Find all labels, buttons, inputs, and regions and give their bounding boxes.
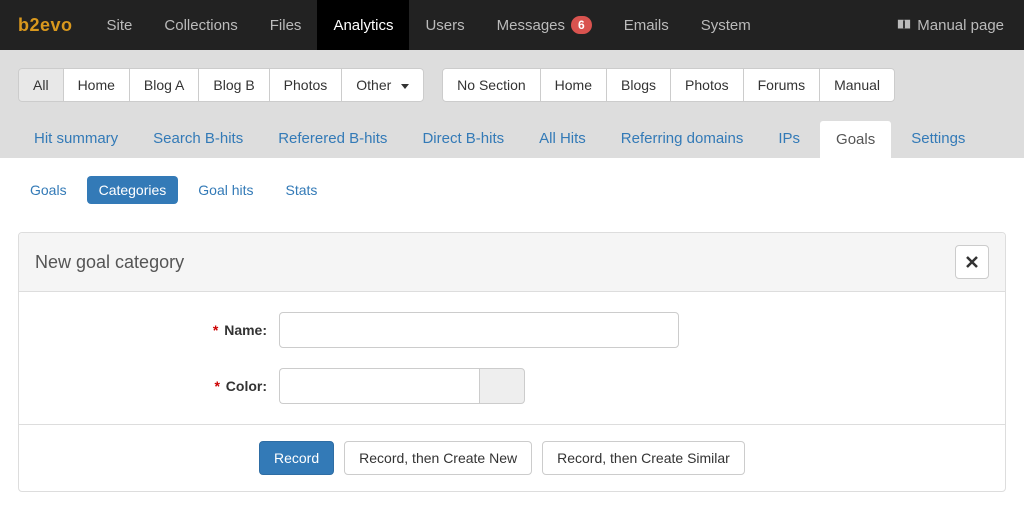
tab-referring-domains[interactable]: Referring domains — [605, 120, 760, 158]
nav-site[interactable]: Site — [91, 0, 149, 50]
name-row: * Name: — [39, 312, 985, 348]
coll-photos[interactable]: Photos — [269, 68, 343, 102]
tab-ips[interactable]: IPs — [762, 120, 816, 158]
nav-users[interactable]: Users — [409, 0, 480, 50]
tab-search-bhits[interactable]: Search B-hits — [137, 120, 259, 158]
new-category-panel: New goal category * Name: * Color: — [18, 232, 1006, 492]
name-input[interactable] — [279, 312, 679, 348]
nav-emails[interactable]: Emails — [608, 0, 685, 50]
book-icon — [897, 18, 911, 32]
tab-hit-summary[interactable]: Hit summary — [18, 120, 134, 158]
coll-blog-a[interactable]: Blog A — [129, 68, 199, 102]
section-group: No Section Home Blogs Photos Forums Manu… — [442, 68, 895, 102]
record-create-similar-button[interactable]: Record, then Create Similar — [542, 441, 745, 475]
sec-manual[interactable]: Manual — [819, 68, 895, 102]
sec-home[interactable]: Home — [540, 68, 607, 102]
coll-other-label: Other — [356, 77, 391, 93]
coll-all[interactable]: All — [18, 68, 64, 102]
manual-page-link[interactable]: Manual page — [877, 17, 1024, 34]
color-label-text: Color: — [226, 378, 267, 394]
color-picker-button[interactable] — [479, 368, 525, 404]
tab-settings[interactable]: Settings — [895, 120, 981, 158]
sec-no-section[interactable]: No Section — [442, 68, 540, 102]
pill-categories[interactable]: Categories — [87, 176, 179, 204]
tab-all-hits[interactable]: All Hits — [523, 120, 602, 158]
nav-messages-label: Messages — [497, 17, 565, 34]
pill-stats[interactable]: Stats — [274, 176, 330, 204]
sec-photos[interactable]: Photos — [670, 68, 744, 102]
color-input-group — [279, 368, 525, 404]
coll-other-dropdown[interactable]: Other — [341, 68, 424, 102]
record-button[interactable]: Record — [259, 441, 334, 475]
color-label: * Color: — [39, 378, 279, 394]
pill-goal-hits[interactable]: Goal hits — [186, 176, 265, 204]
main-nav: Site Collections Files Analytics Users M… — [91, 0, 878, 50]
messages-badge: 6 — [571, 16, 592, 34]
panel-header: New goal category — [19, 233, 1005, 292]
close-icon — [966, 256, 978, 268]
nav-system[interactable]: System — [685, 0, 767, 50]
required-mark: * — [213, 322, 218, 338]
required-mark: * — [214, 378, 219, 394]
record-create-new-button[interactable]: Record, then Create New — [344, 441, 532, 475]
chevron-down-icon — [401, 84, 409, 89]
panel-title: New goal category — [35, 252, 184, 273]
tab-direct-bhits[interactable]: Direct B-hits — [406, 120, 520, 158]
collection-selector-row: All Home Blog A Blog B Photos Other No S… — [18, 68, 1006, 102]
panel-body: * Name: * Color: — [19, 292, 1005, 424]
panel-footer: Record Record, then Create New Record, t… — [19, 424, 1005, 491]
top-navbar: b2evo Site Collections Files Analytics U… — [0, 0, 1024, 50]
toolbar-area: All Home Blog A Blog B Photos Other No S… — [0, 50, 1024, 158]
color-input[interactable] — [279, 368, 479, 404]
nav-files[interactable]: Files — [254, 0, 318, 50]
nav-collections[interactable]: Collections — [148, 0, 253, 50]
sec-forums[interactable]: Forums — [743, 68, 820, 102]
coll-home[interactable]: Home — [63, 68, 130, 102]
name-label: * Name: — [39, 322, 279, 338]
nav-messages[interactable]: Messages 6 — [481, 0, 608, 50]
analytics-tabs: Hit summary Search B-hits Referered B-hi… — [18, 120, 1006, 158]
manual-page-label: Manual page — [917, 17, 1004, 34]
content-area: Goals Categories Goal hits Stats New goa… — [0, 158, 1024, 510]
sec-blogs[interactable]: Blogs — [606, 68, 671, 102]
coll-blog-b[interactable]: Blog B — [198, 68, 269, 102]
tab-goals[interactable]: Goals — [819, 120, 892, 158]
brand-logo[interactable]: b2evo — [0, 15, 91, 36]
panel-close-button[interactable] — [955, 245, 989, 279]
name-label-text: Name: — [224, 322, 267, 338]
collection-group: All Home Blog A Blog B Photos Other — [18, 68, 424, 102]
color-row: * Color: — [39, 368, 985, 404]
tab-referred-bhits[interactable]: Referered B-hits — [262, 120, 403, 158]
pill-goals[interactable]: Goals — [18, 176, 79, 204]
nav-analytics[interactable]: Analytics — [317, 0, 409, 50]
goals-subnav: Goals Categories Goal hits Stats — [18, 176, 1006, 222]
